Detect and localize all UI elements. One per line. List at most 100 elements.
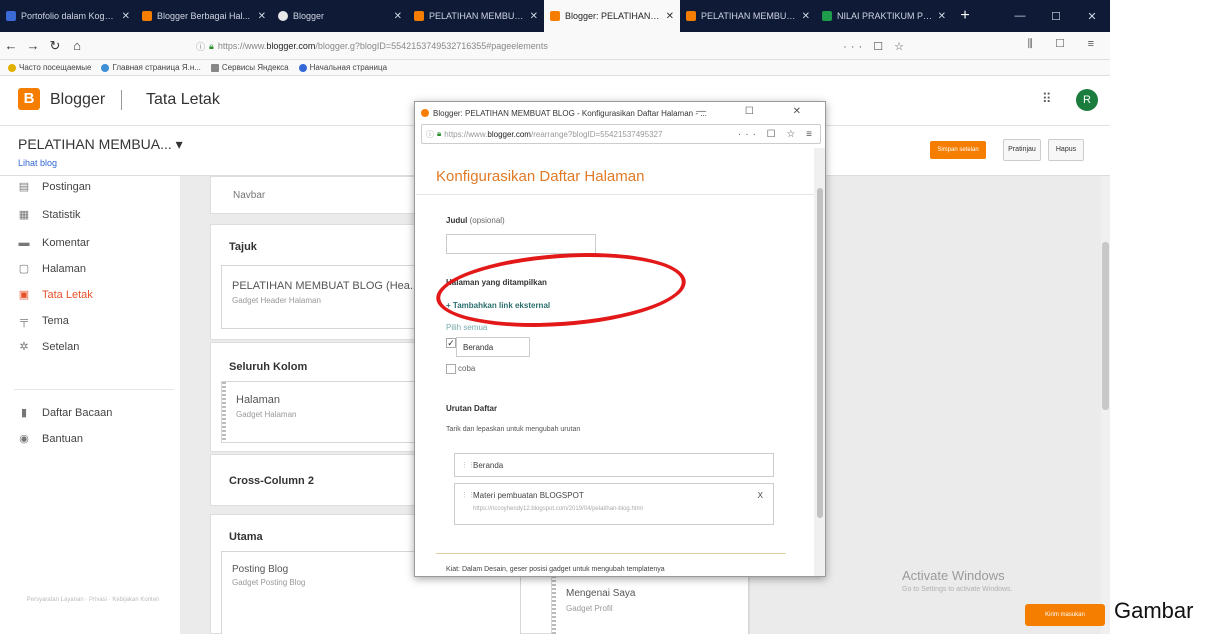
page-title: Tata Letak — [146, 91, 220, 108]
lock-icon: 🔒︎ — [437, 129, 442, 138]
tab-favicon — [550, 11, 560, 21]
figure-caption: Gambar — [1114, 598, 1194, 623]
popup-content: Konfigurasikan Daftar Halaman Judul (ops… — [416, 148, 814, 576]
send-feedback-button[interactable]: Kirim masukan — [1025, 604, 1105, 626]
close-tab-icon[interactable]: ✕ — [530, 11, 538, 22]
browser-tab[interactable]: PELATIHAN MEMBUAT... ✕ — [680, 0, 816, 32]
sidebar-item-help[interactable]: ◉ Bantuan — [18, 428, 83, 450]
order-list-item[interactable]: ⋮⋮ Beranda — [454, 453, 774, 477]
apps-grid-icon[interactable]: ⠿ — [1042, 91, 1052, 107]
sidebar-divider — [14, 389, 174, 390]
order-instruction: Tarik dan lepaskan untuk mengubah urutan — [446, 426, 581, 433]
browser-tab[interactable]: Portofolio dalam Kogn... ✕ — [0, 0, 136, 32]
tab-strip: Portofolio dalam Kogn... ✕ Blogger Berbag… — [0, 0, 1110, 32]
bookmark[interactable]: Часто посещаемые — [8, 63, 91, 72]
gadget-subtitle: Gadget Header Halaman — [232, 296, 321, 305]
close-tab-icon[interactable]: ✕ — [802, 11, 810, 22]
tab-favicon — [686, 11, 696, 21]
gadget-title: Halaman — [236, 394, 281, 406]
tab-title: PELATIHAN MEMBUAT... — [701, 11, 797, 21]
delete-button[interactable]: Hapus — [1048, 139, 1084, 161]
section-title: Cross-Column 2 — [229, 475, 314, 487]
remove-icon[interactable]: X — [758, 491, 763, 500]
browser-tab[interactable]: NILAI PRAKTIKUM PEM... ✕ — [816, 0, 952, 32]
browser-tab[interactable]: Blogger ✕ — [272, 0, 408, 32]
popup-address-bar[interactable]: ⓘ 🔒︎ https://www.blogger.com/rearrange?b… — [421, 124, 821, 144]
tab-favicon — [822, 11, 832, 21]
back-icon[interactable]: ← — [0, 38, 22, 53]
sidebar-item-posts[interactable]: ▤ Postingan — [18, 176, 91, 198]
sidebar-footer[interactable]: Persyaratan Layanan · Privasi · Kebijaka… — [8, 596, 178, 605]
popup-page-actions[interactable]: ··· ☐ ☆ ≡ — [738, 129, 816, 140]
close-tab-icon[interactable]: ✕ — [258, 11, 266, 22]
tab-favicon — [414, 11, 424, 21]
sidebar-item-layout[interactable]: ▣ Tata Letak — [18, 284, 93, 306]
maximize-icon[interactable]: ☐ — [1038, 0, 1074, 32]
tab-title: Portofolio dalam Kogn... — [21, 11, 117, 21]
close-window-icon[interactable]: ✕ — [1074, 0, 1110, 32]
globe-icon — [298, 63, 307, 72]
popup-window-title: Blogger: PELATIHAN MEMBUAT BLOG - Konfig… — [433, 108, 707, 118]
close-tab-icon[interactable]: ✕ — [394, 11, 402, 22]
navigation-bar: ← → ↻ ⌂ ⓘ 🔒︎ https://www.blogger.com/blo… — [0, 32, 1110, 60]
bookmark[interactable]: Начальная страница — [298, 63, 387, 72]
sidebar-item-settings[interactable]: ✲ Setelan — [18, 336, 79, 358]
reading-list-icon: ▮ — [20, 407, 28, 419]
preview-button[interactable]: Pratinjau — [1003, 139, 1041, 161]
title-field-label: Judul (opsional) — [446, 216, 505, 225]
view-blog-link[interactable]: Lihat blog — [18, 158, 57, 168]
bookmark[interactable]: Сервисы Яндекса — [210, 63, 289, 72]
close-tab-icon[interactable]: ✕ — [666, 11, 674, 22]
bookmark[interactable]: Главная страница Я.н... — [101, 63, 201, 72]
minimize-icon[interactable]: — — [1002, 0, 1038, 32]
save-settings-button[interactable]: Simpan setelan — [930, 141, 986, 159]
sidebar-item-pages[interactable]: ▢ Halaman — [18, 258, 86, 280]
coba-checkbox[interactable] — [446, 364, 456, 374]
browser-tab[interactable]: PELATIHAN MEMBUAT... ✕ — [408, 0, 544, 32]
coba-page-item: coba — [458, 364, 476, 373]
popup-scrollbar[interactable] — [814, 148, 825, 576]
page-actions[interactable]: ··· ☐ ☆ — [843, 40, 908, 53]
blog-selector[interactable]: PELATIHAN MEMBUA... ▾ — [18, 136, 183, 153]
sidebar-item-stats[interactable]: ▦ Statistik — [18, 204, 81, 226]
drag-handle[interactable] — [222, 382, 226, 442]
toolbar-right-icons[interactable]: ⫼ ☐ ≡ — [1028, 38, 1104, 51]
section-title: Seluruh Kolom — [229, 361, 308, 373]
order-list-item[interactable]: ⋮⋮ Materi pembuatan BLOGSPOT https://ric… — [454, 483, 774, 525]
divider — [436, 553, 786, 554]
avatar[interactable]: R — [1076, 89, 1098, 111]
gadget-title: PELATIHAN MEMBUAT BLOG (Hea... — [232, 280, 420, 292]
sidebar-item-theme[interactable]: ╤ Tema — [18, 310, 69, 332]
beranda-checkbox[interactable]: ✓ — [446, 338, 456, 348]
close-tab-icon[interactable]: ✕ — [938, 11, 946, 22]
posts-icon: ▤ — [18, 181, 30, 193]
section-title: Tajuk — [229, 241, 257, 253]
info-icon[interactable]: ⓘ — [426, 129, 434, 140]
browser-tab-active[interactable]: Blogger: PELATIHAN M... ✕ — [544, 0, 680, 32]
layout-icon: ▣ — [18, 289, 30, 301]
sidebar-item-reading-list[interactable]: ▮ Daftar Bacaan — [18, 402, 112, 424]
sidebar-item-comments[interactable]: ▬ Komentar — [18, 232, 90, 254]
url-text: https://www.blogger.com/blogger.g?blogID… — [217, 41, 548, 51]
dialog-heading: Konfigurasikan Daftar Halaman — [436, 168, 645, 185]
home-icon[interactable]: ⌂ — [66, 38, 88, 53]
scrollbar-thumb[interactable] — [817, 188, 823, 518]
close-tab-icon[interactable]: ✕ — [122, 11, 130, 22]
scrollbar-thumb[interactable] — [1102, 242, 1109, 410]
page-scrollbar[interactable] — [1101, 176, 1110, 634]
popup-window-controls[interactable]: — ☐ ✕ — [696, 106, 819, 117]
activate-windows-subtitle: Go to Settings to activate Windows. — [902, 586, 1013, 593]
browser-tab[interactable]: Blogger Berbagai Hal... ✕ — [136, 0, 272, 32]
folder-icon — [210, 63, 219, 72]
info-icon[interactable]: ⓘ — [196, 40, 205, 53]
drag-handle[interactable] — [552, 576, 556, 634]
new-tab-button[interactable]: + — [952, 0, 978, 32]
title-input[interactable] — [446, 234, 596, 254]
select-all-link[interactable]: Pilih semua — [446, 323, 487, 332]
forward-icon[interactable]: → — [22, 38, 44, 53]
order-item-title: Beranda — [473, 461, 504, 470]
profile-gadget[interactable]: Mengenai Saya Gadget Profil — [551, 575, 749, 634]
blogger-logo-icon[interactable]: B — [18, 88, 40, 110]
address-bar[interactable]: ⓘ 🔒︎ https://www.blogger.com/blogger.g?b… — [196, 36, 916, 56]
reload-icon[interactable]: ↻ — [44, 38, 66, 54]
